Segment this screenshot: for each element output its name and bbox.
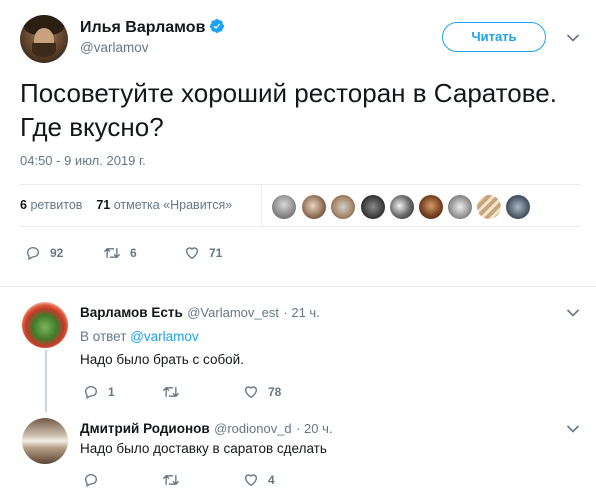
- reply-author-name[interactable]: Дмитрий Родионов: [80, 421, 210, 436]
- reply-text: Надо было доставку в саратов сделать: [80, 441, 327, 456]
- reply-avatar[interactable]: [22, 302, 68, 348]
- stats-separator: [261, 184, 262, 226]
- reply-icon: [84, 473, 98, 488]
- tweet-text: Посоветуйте хороший ресторан в Саратове.…: [20, 78, 557, 142]
- liker-avatar[interactable]: [390, 195, 414, 219]
- author-name[interactable]: Илья Варламов: [80, 19, 205, 36]
- like-icon: [185, 247, 199, 260]
- reply-button[interactable]: 92: [25, 245, 63, 261]
- tweet-stats: 6 ретвитов 71 отметка «Нравится»: [20, 198, 232, 212]
- liker-avatar[interactable]: [477, 195, 501, 219]
- retweet-icon: [162, 386, 180, 398]
- retweet-button[interactable]: [162, 472, 189, 488]
- liker-avatar[interactable]: [302, 195, 326, 219]
- reply-to-line: В ответ @varlamov: [80, 329, 199, 344]
- like-button[interactable]: 4: [243, 472, 275, 488]
- liker-avatar[interactable]: [419, 195, 443, 219]
- reply-icon: [84, 385, 98, 400]
- reply-button[interactable]: [83, 472, 108, 488]
- author-avatar[interactable]: [20, 15, 68, 63]
- divider: [20, 184, 580, 185]
- follow-button[interactable]: Читать: [442, 22, 546, 52]
- retweet-button[interactable]: [162, 384, 189, 400]
- reply-author-name[interactable]: Варламов Есть: [80, 305, 183, 320]
- likes-stat[interactable]: 71 отметка «Нравится»: [96, 198, 232, 212]
- chevron-down-icon[interactable]: [566, 308, 580, 318]
- thread-line: [45, 350, 47, 412]
- like-icon: [244, 386, 258, 399]
- author-handle[interactable]: @varlamov: [80, 40, 148, 55]
- liker-avatar[interactable]: [331, 195, 355, 219]
- verified-badge-icon: [210, 19, 225, 33]
- like-button[interactable]: 78: [243, 384, 281, 400]
- liker-avatar[interactable]: [506, 195, 530, 219]
- reply-author-handle[interactable]: @rodionov_d: [214, 421, 292, 436]
- reply-to-handle[interactable]: @varlamov: [130, 329, 198, 344]
- divider: [20, 226, 580, 227]
- reply-text: Надо было брать с собой.: [80, 352, 244, 367]
- reply-time[interactable]: · 20 ч.: [296, 421, 332, 436]
- retweets-stat[interactable]: 6 ретвитов: [20, 198, 82, 212]
- reply-header: Варламов Есть @Varlamov_est · 21 ч.: [80, 304, 320, 322]
- tweet-timestamp[interactable]: 04:50 - 9 июл. 2019 г.: [20, 153, 146, 168]
- liker-avatar[interactable]: [361, 195, 385, 219]
- reply-header: Дмитрий Родионов @rodionov_d · 20 ч.: [80, 420, 333, 438]
- like-button[interactable]: 71: [184, 245, 222, 261]
- like-icon: [244, 474, 258, 487]
- liker-avatar[interactable]: [448, 195, 472, 219]
- reply-icon: [26, 246, 40, 261]
- author-name-row[interactable]: Илья Варламов: [80, 18, 225, 37]
- reply-time[interactable]: · 21 ч.: [283, 305, 319, 320]
- chevron-down-icon[interactable]: [566, 33, 580, 43]
- reply-avatar[interactable]: [22, 418, 68, 464]
- chevron-down-icon[interactable]: [566, 424, 580, 434]
- retweet-icon: [162, 474, 180, 486]
- divider: [0, 286, 596, 287]
- reply-author-handle[interactable]: @Varlamov_est: [187, 305, 279, 320]
- liker-avatar[interactable]: [272, 195, 296, 219]
- reply-button[interactable]: 1: [83, 384, 115, 400]
- retweet-button[interactable]: 6: [103, 245, 137, 261]
- retweet-icon: [103, 247, 121, 259]
